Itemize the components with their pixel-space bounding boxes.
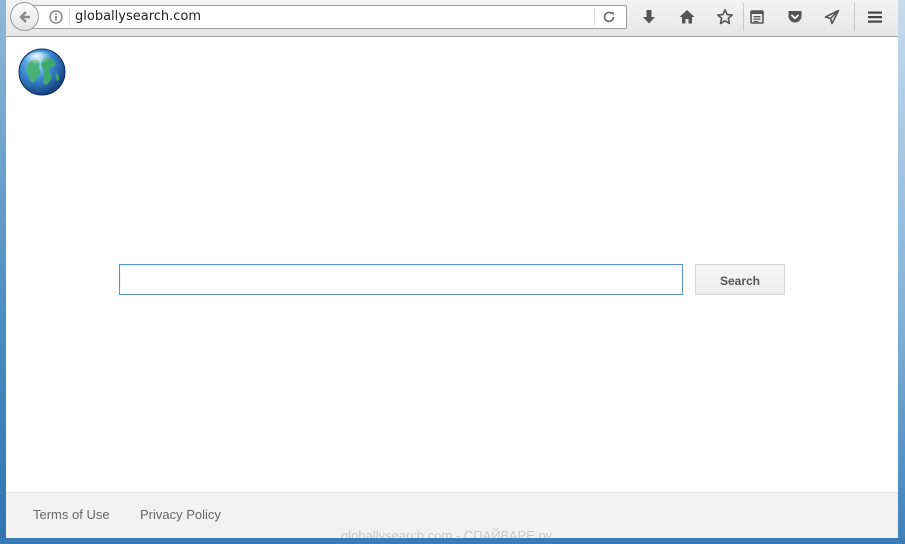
- star-icon[interactable]: [716, 8, 734, 26]
- browser-window: globallysearch.com Search Terms of Use P…: [6, 0, 898, 538]
- search-input[interactable]: [119, 264, 683, 295]
- page-content: Search Terms of Use Privacy Policy globa…: [6, 37, 898, 538]
- pocket-icon[interactable]: [786, 8, 804, 26]
- privacy-policy-link[interactable]: Privacy Policy: [140, 507, 221, 522]
- send-tab-icon[interactable]: [823, 8, 841, 26]
- download-icon[interactable]: [640, 8, 658, 26]
- watermark-text: globallysearch.com - СПАЙВАРЕ.ру: [341, 528, 553, 538]
- desktop-frame-right: [898, 0, 905, 544]
- info-icon[interactable]: [49, 10, 63, 24]
- search-button[interactable]: Search: [695, 264, 785, 295]
- url-bar[interactable]: globallysearch.com: [30, 5, 627, 29]
- url-text[interactable]: globallysearch.com: [75, 9, 201, 24]
- reload-icon[interactable]: [601, 9, 617, 25]
- back-button[interactable]: [10, 2, 39, 31]
- reload-separator: [594, 9, 595, 25]
- browser-toolbar: globallysearch.com: [6, 0, 898, 37]
- toolbar-separator: [854, 3, 855, 31]
- terms-of-use-link[interactable]: Terms of Use: [33, 507, 110, 522]
- hamburger-menu-icon[interactable]: [866, 8, 884, 26]
- desktop-frame-bottom: [0, 538, 905, 544]
- url-separator: [69, 9, 70, 25]
- home-icon[interactable]: [678, 8, 696, 26]
- reading-list-icon[interactable]: [748, 8, 766, 26]
- back-arrow-icon: [19, 10, 30, 23]
- globe-icon: [18, 48, 66, 96]
- toolbar-separator: [743, 3, 744, 31]
